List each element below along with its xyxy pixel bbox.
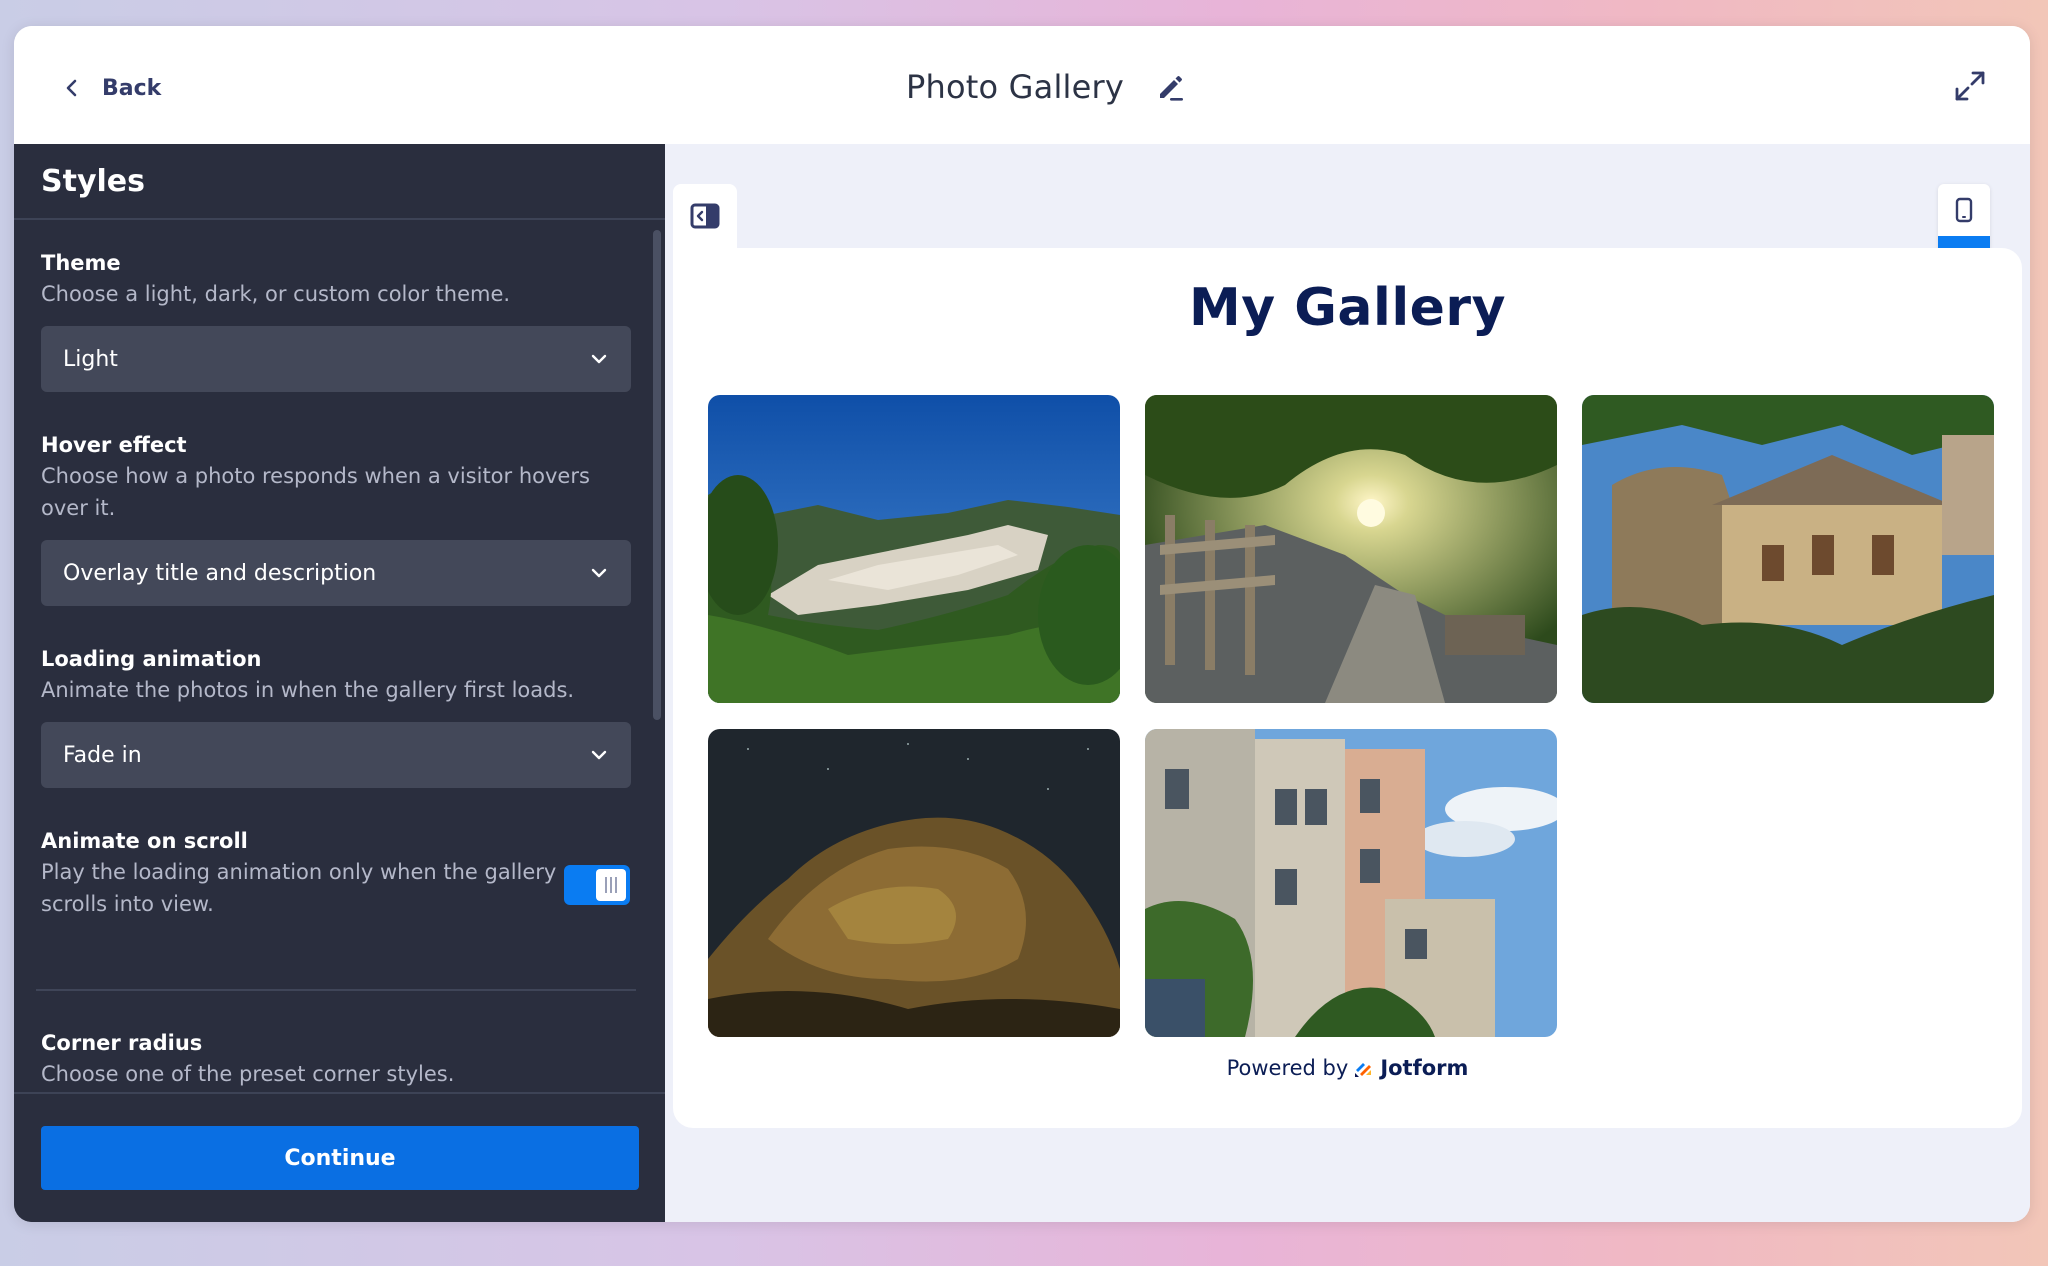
title-group: Photo Gallery	[14, 62, 2030, 112]
chevron-down-icon	[589, 349, 609, 369]
powered-by: Powered by Jotform	[673, 1056, 2022, 1080]
gallery-photo-5[interactable]	[1145, 729, 1557, 1037]
gallery-photo-3[interactable]	[1582, 395, 1994, 703]
loading-select[interactable]: Fade in	[41, 722, 631, 788]
top-bar: Back Photo Gallery	[14, 26, 2030, 146]
loading-title: Loading animation	[41, 647, 262, 671]
panel-content[interactable]: Theme Choose a light, dark, or custom co…	[14, 220, 665, 1092]
gallery-photo-1[interactable]	[708, 395, 1120, 703]
styles-panel: Styles Theme Choose a light, dark, or cu…	[14, 144, 665, 1222]
brand-name[interactable]: Jotform	[1380, 1056, 1468, 1080]
mobile-icon[interactable]	[1938, 184, 1990, 236]
animate-scroll-toggle[interactable]	[564, 865, 630, 905]
hover-description: Choose how a photo responds when a visit…	[41, 464, 590, 520]
chevron-down-icon	[589, 563, 609, 583]
loading-section: Loading animation Animate the photos in …	[41, 644, 631, 706]
powered-by-label: Powered by	[1226, 1056, 1349, 1080]
pencil-icon[interactable]	[1154, 70, 1188, 104]
panel-scrollbar[interactable]	[653, 230, 661, 720]
jotform-logo-icon	[1354, 1057, 1374, 1079]
theme-value: Light	[63, 346, 118, 372]
toggle-knob	[596, 869, 626, 901]
page-title: Photo Gallery	[905, 68, 1125, 106]
hover-title: Hover effect	[41, 433, 187, 457]
theme-title: Theme	[41, 251, 121, 275]
theme-select[interactable]: Light	[41, 326, 631, 392]
panel-footer: Continue	[14, 1092, 665, 1222]
corner-radius-section: Corner radius Choose one of the preset c…	[41, 1028, 631, 1090]
preview-area: My Gallery Powered by Jotform	[665, 144, 2030, 1222]
section-divider	[36, 989, 636, 991]
theme-section: Theme Choose a light, dark, or custom co…	[41, 248, 631, 310]
animate-scroll-title: Animate on scroll	[41, 829, 248, 853]
gallery-photo-2[interactable]	[1145, 395, 1557, 703]
animate-scroll-section: Animate on scroll Play the loading anima…	[41, 826, 561, 920]
corner-radius-title: Corner radius	[41, 1031, 203, 1055]
theme-description: Choose a light, dark, or custom color th…	[41, 282, 511, 306]
loading-value: Fade in	[63, 742, 142, 768]
animate-scroll-description: Play the loading animation only when the…	[41, 860, 557, 916]
chevron-down-icon	[589, 745, 609, 765]
corner-radius-description: Choose one of the preset corner styles.	[41, 1062, 455, 1086]
panel-header: Styles	[14, 144, 665, 220]
hover-value: Overlay title and description	[63, 560, 377, 586]
panel-title: Styles	[41, 163, 145, 199]
gallery-title: My Gallery	[1189, 278, 1506, 338]
gallery-photo-4[interactable]	[708, 729, 1120, 1037]
app-window: Back Photo Gallery Styles Theme Choose a…	[14, 26, 2030, 1222]
gallery-card: My Gallery Powered by Jotform	[673, 248, 2022, 1128]
panel-toggle-icon[interactable]	[673, 184, 737, 248]
loading-description: Animate the photos in when the gallery f…	[41, 678, 575, 702]
continue-button[interactable]: Continue	[41, 1126, 639, 1190]
hover-select[interactable]: Overlay title and description	[41, 540, 631, 606]
expand-arrows-icon[interactable]	[1950, 66, 1990, 106]
hover-section: Hover effect Choose how a photo responds…	[41, 430, 631, 524]
